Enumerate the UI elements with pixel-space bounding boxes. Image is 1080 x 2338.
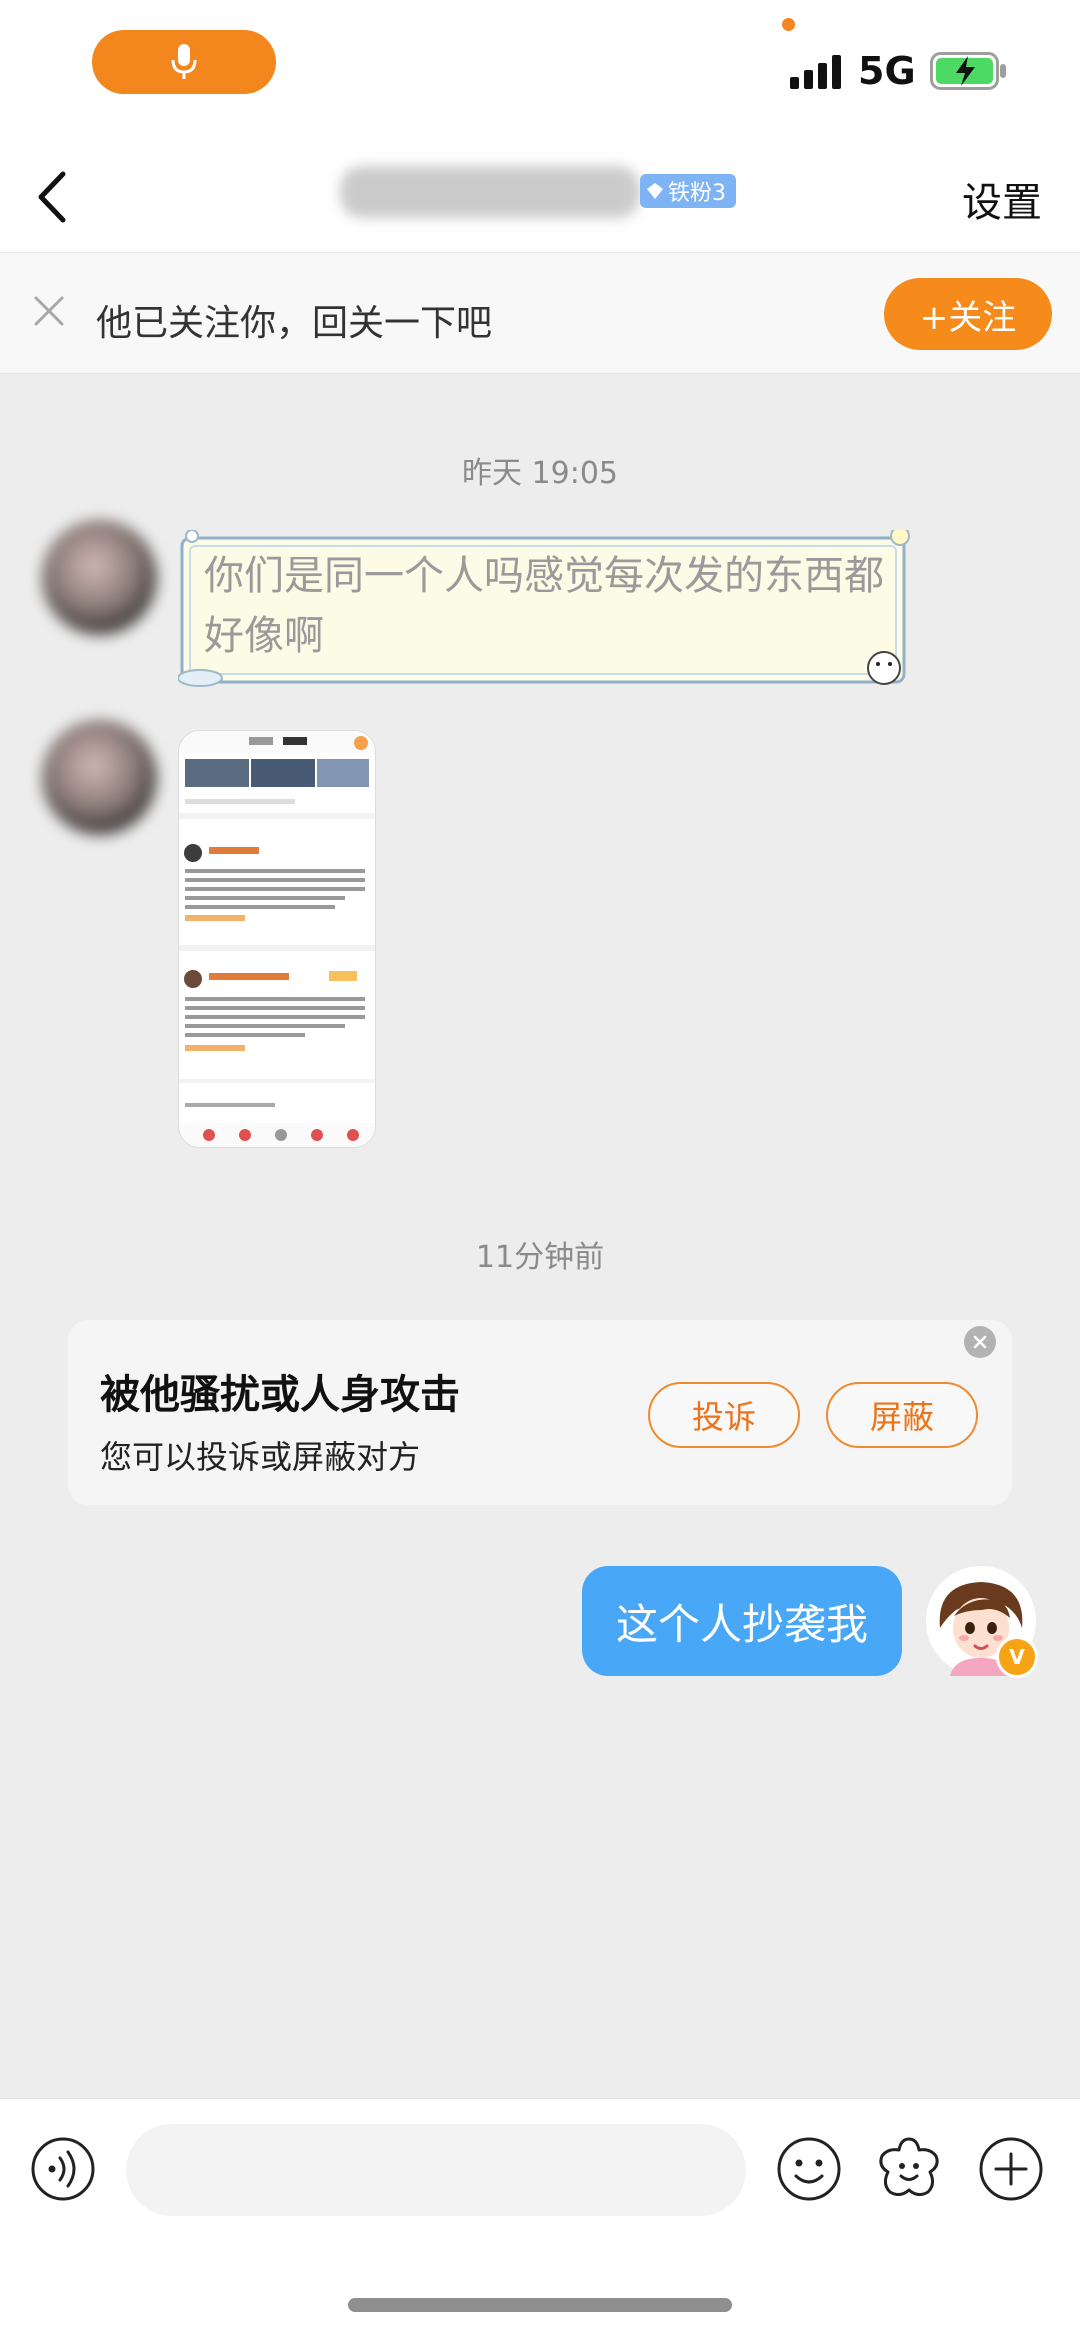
close-icon[interactable] <box>30 292 68 330</box>
follow-back-text: 他已关注你，回关一下吧 <box>96 303 493 344</box>
image-message-thumbnail[interactable] <box>178 730 376 1148</box>
plus-icon[interactable] <box>978 2136 1044 2202</box>
microphone-icon <box>171 44 197 79</box>
voice-icon[interactable] <box>30 2136 96 2202</box>
screenshot-thumbnail-image <box>179 731 375 1147</box>
settings-button[interactable]: 设置 <box>962 170 1042 228</box>
voice-recording-indicator[interactable] <box>92 30 276 94</box>
incoming-message-text: 你们是同一个人吗感觉每次发的东西都好像啊 <box>204 553 884 659</box>
chevron-left-icon <box>38 171 66 223</box>
fan-level-badge: 铁粉3 <box>640 174 736 208</box>
network-type: 5G <box>858 49 916 93</box>
follow-button[interactable]: +关注 <box>884 278 1052 350</box>
block-button[interactable]: 屏蔽 <box>826 1382 978 1448</box>
outgoing-message-bubble[interactable]: 这个人抄袭我 <box>582 1566 902 1676</box>
close-card-button[interactable] <box>964 1326 996 1358</box>
message-timestamp: 昨天 19:05 <box>462 456 618 491</box>
verified-badge-icon: V <box>996 1636 1038 1678</box>
emoji-icon[interactable] <box>776 2136 842 2202</box>
home-indicator[interactable] <box>348 2298 732 2312</box>
fan-badge-label: 铁粉3 <box>668 181 726 206</box>
signal-icon <box>790 55 841 89</box>
diamond-icon <box>647 183 663 199</box>
message-input[interactable] <box>126 2124 746 2216</box>
back-button[interactable] <box>28 162 76 232</box>
battery-charging-icon <box>930 52 1006 90</box>
close-icon <box>973 1335 987 1349</box>
harassment-subtitle: 您可以投诉或屏蔽对方 <box>100 1438 421 1476</box>
contact-name-redacted <box>340 166 640 218</box>
message-timestamp: 11分钟前 <box>475 1240 605 1275</box>
harassment-title: 被他骚扰或人身攻击 <box>100 1372 460 1418</box>
complain-button[interactable]: 投诉 <box>648 1382 800 1448</box>
contact-avatar[interactable] <box>42 520 157 635</box>
privacy-indicator-dot <box>782 18 795 31</box>
sticker-icon[interactable] <box>874 2134 944 2202</box>
contact-avatar[interactable] <box>42 720 157 835</box>
